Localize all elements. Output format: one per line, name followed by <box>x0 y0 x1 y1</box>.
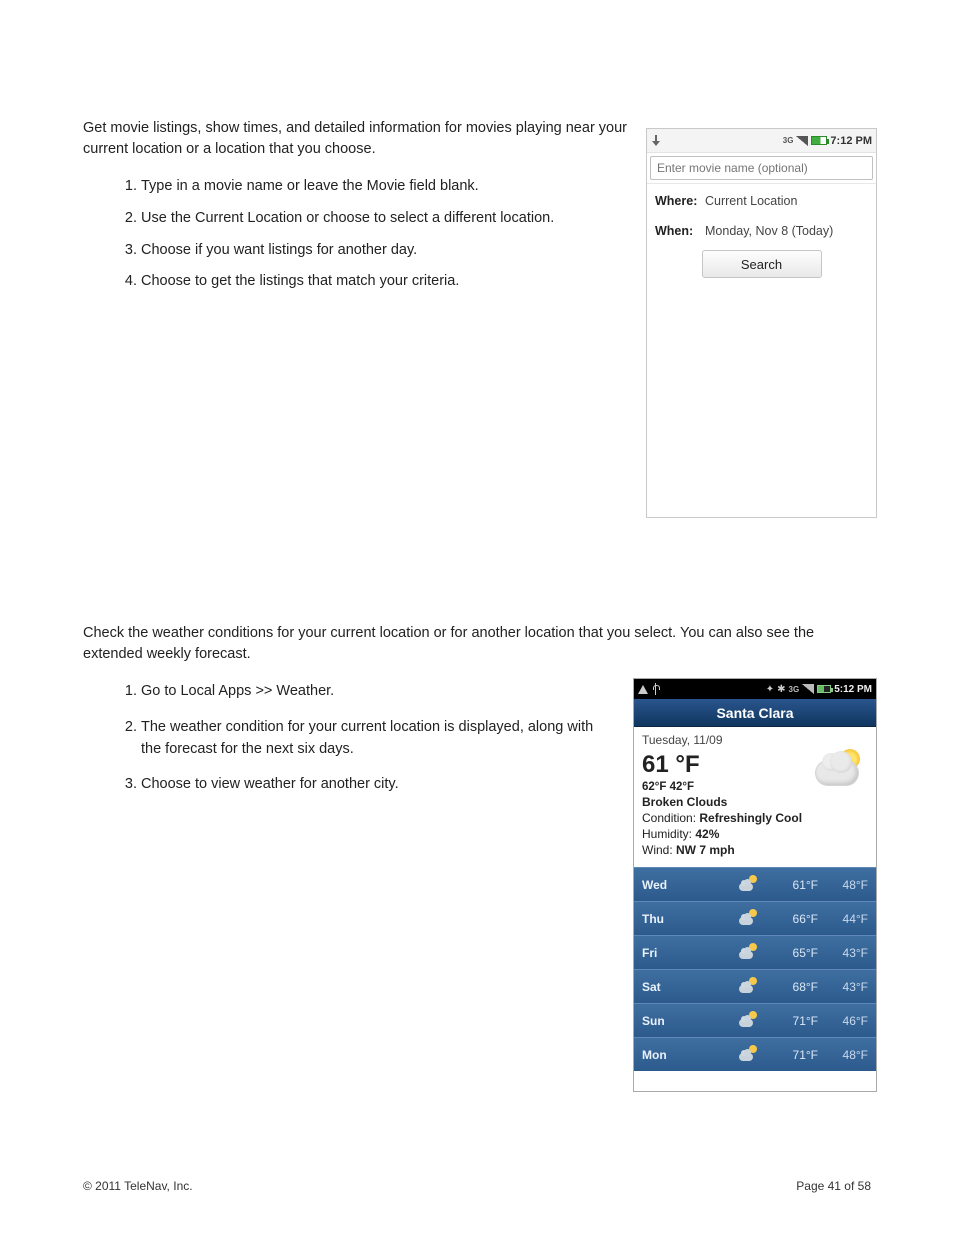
forecast-lo: 48°F <box>818 878 868 892</box>
bluetooth-icon: ✱ <box>777 684 785 695</box>
forecast-row[interactable]: Thu 66°F 44°F <box>634 901 876 935</box>
forecast-hi: 66°F <box>762 912 818 926</box>
forecast-row[interactable]: Fri 65°F 43°F <box>634 935 876 969</box>
forecast-hi: 61°F <box>762 878 818 892</box>
footer-copyright: © 2011 TeleNav, Inc. <box>83 1179 193 1193</box>
forecast-row[interactable]: Sat 68°F 43°F <box>634 969 876 1003</box>
when-label: When: <box>655 224 705 238</box>
forecast-lo: 48°F <box>818 1048 868 1062</box>
notification-icon <box>638 685 648 694</box>
signal-icon <box>802 684 814 694</box>
weather-current-panel: Tuesday, 11/09 61 °F 62°F 42°F Broken Cl… <box>634 727 876 867</box>
weather-description: Broken Clouds <box>642 795 802 809</box>
weather-step: The weather condition for your current l… <box>141 717 613 761</box>
forecast-row[interactable]: Wed 61°F 48°F <box>634 867 876 901</box>
battery-icon <box>811 136 827 145</box>
status-bar: 3G 7:12 PM <box>647 129 876 153</box>
movies-intro: Get movie listings, show times, and deta… <box>83 118 643 160</box>
forecast-lo: 43°F <box>818 980 868 994</box>
partly-cloudy-icon <box>732 879 762 891</box>
weather-temp: 61 °F <box>642 751 802 779</box>
forecast-lo: 46°F <box>818 1014 868 1028</box>
forecast-hi: 65°F <box>762 946 818 960</box>
weather-date: Tuesday, 11/09 <box>642 733 868 747</box>
weather-phone: ✦ ✱ 3G 5:12 PM Santa Clara Tuesday, 11/0… <box>633 678 877 1092</box>
partly-cloudy-icon <box>732 1049 762 1061</box>
forecast-day: Thu <box>642 912 732 926</box>
forecast-day: Wed <box>642 878 732 892</box>
when-row[interactable]: When: Monday, Nov 8 (Today) <box>647 214 876 244</box>
weather-hi-lo: 62°F 42°F <box>642 781 802 793</box>
weather-humidity: Humidity: 42% <box>642 827 802 841</box>
weather-step: Go to Local Apps >> Weather. <box>141 681 613 703</box>
forecast-day: Mon <box>642 1048 732 1062</box>
weather-steps-list: Go to Local Apps >> Weather. The weather… <box>83 681 613 796</box>
when-value: Monday, Nov 8 (Today) <box>705 224 833 238</box>
signal-icon <box>796 136 808 146</box>
partly-cloudy-icon <box>732 1015 762 1027</box>
weather-step: Choose to view weather for another city. <box>141 774 613 796</box>
partly-cloudy-icon <box>732 981 762 993</box>
movie-search-phone: 3G 7:12 PM Where: Current Location When:… <box>646 128 877 518</box>
forecast-row[interactable]: Mon 71°F 48°F <box>634 1037 876 1071</box>
weather-wind: Wind: NW 7 mph <box>642 843 802 857</box>
status-time: 5:12 PM <box>834 684 872 695</box>
forecast-hi: 71°F <box>762 1014 818 1028</box>
forecast-day: Sat <box>642 980 732 994</box>
where-value: Current Location <box>705 194 797 208</box>
where-label: Where: <box>655 194 705 208</box>
status-bar: ✦ ✱ 3G 5:12 PM <box>634 679 876 699</box>
forecast-day: Sun <box>642 1014 732 1028</box>
search-button[interactable]: Search <box>702 250 822 278</box>
partly-cloudy-icon <box>732 913 762 925</box>
weather-condition: Condition: Refreshingly Cool <box>642 811 802 825</box>
usb-icon <box>651 683 660 695</box>
battery-icon <box>817 685 831 693</box>
forecast-lo: 44°F <box>818 912 868 926</box>
network-3g-icon: 3G <box>783 136 794 145</box>
forecast-row[interactable]: Sun 71°F 46°F <box>634 1003 876 1037</box>
network-3g-icon: 3G <box>789 685 800 694</box>
status-time: 7:12 PM <box>830 135 872 147</box>
forecast-lo: 43°F <box>818 946 868 960</box>
partly-cloudy-icon <box>732 947 762 959</box>
forecast-hi: 71°F <box>762 1048 818 1062</box>
where-row[interactable]: Where: Current Location <box>647 184 876 214</box>
gps-icon: ✦ <box>766 684 774 695</box>
download-icon <box>651 135 661 147</box>
forecast-hi: 68°F <box>762 980 818 994</box>
weather-city-title: Santa Clara <box>634 699 876 727</box>
weather-forecast-list: Wed 61°F 48°F Thu 66°F 44°F Fri 65°F 43°… <box>634 867 876 1071</box>
movie-name-input[interactable] <box>650 156 873 180</box>
footer-page: Page 41 of 58 <box>796 1179 871 1193</box>
partly-cloudy-icon <box>816 749 864 789</box>
weather-intro: Check the weather conditions for your cu… <box>83 623 873 665</box>
forecast-day: Fri <box>642 946 732 960</box>
